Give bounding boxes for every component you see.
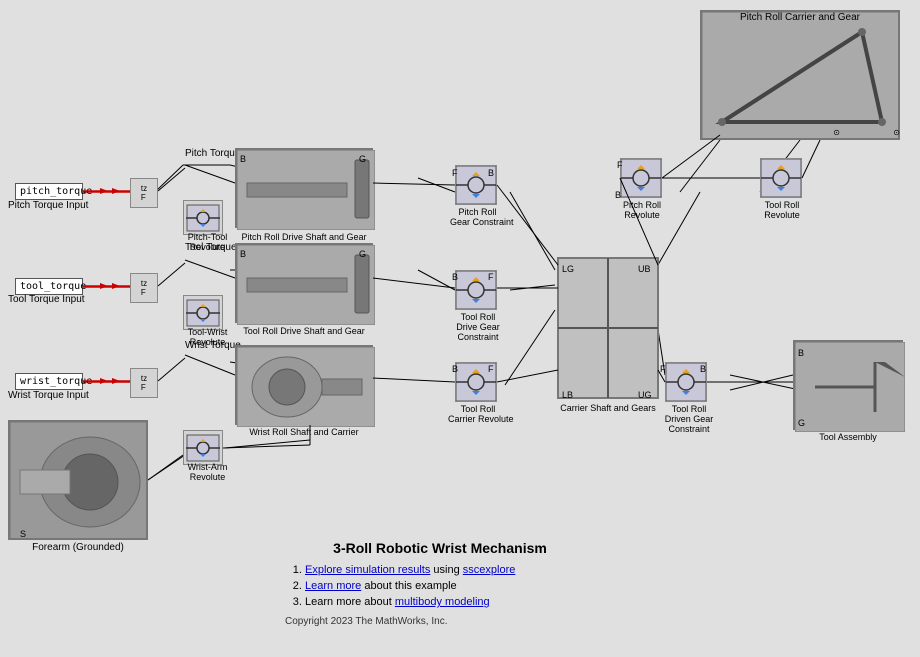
carrier-port-1: ⊙	[893, 128, 900, 137]
wrist-roll-shaft-label: Wrist Roll Shaft and Carrier	[235, 427, 373, 437]
tool-roll-drive-gear-label: Tool RollDrive GearConstraint	[448, 312, 508, 342]
tool-roll-drive-shaft-visual: B G	[237, 245, 375, 325]
carrier-port-2: ⊙	[833, 128, 840, 137]
svg-text:G: G	[359, 249, 366, 259]
tool-torque-value: tool_torque	[20, 281, 86, 292]
wrist-roll-shaft	[235, 345, 373, 425]
forearm-visual: S	[10, 422, 148, 540]
pitch-torque-label: Pitch Torque	[185, 148, 240, 159]
tool-assembly: B G	[793, 340, 903, 430]
tool-assembly-visual: B G	[795, 342, 905, 432]
pitch-gear-b-port: B	[488, 168, 494, 178]
svg-text:G: G	[798, 418, 805, 428]
pitch-roll-carrier-label: Pitch Roll Carrier and Gear	[700, 12, 900, 23]
pitch-tool-revolute-icon	[186, 204, 220, 232]
diagram-title: 3-Roll Robotic Wrist Mechanism	[285, 540, 595, 556]
tool-drive-gear-f-port: F	[488, 272, 494, 282]
tool-wrist-revolute-label: Tool-WristRevolute	[175, 327, 240, 347]
pitch-mux-block: tzF	[130, 178, 158, 208]
pitch-roll-carrier-visual	[702, 12, 900, 140]
info-item-2: Learn more about this example	[305, 580, 595, 592]
tool-assembly-label: Tool Assembly	[793, 432, 903, 442]
forearm-grounded: S	[8, 420, 148, 540]
pitch-tool-revolute-label: Pitch-ToolRevolute	[175, 232, 240, 252]
wrist-mux-block: tzF	[130, 368, 158, 398]
pitch-rev-f-port: F	[617, 160, 623, 170]
pitch-roll-gear-label: Pitch RollGear Constraint	[450, 207, 505, 227]
info-item-1: Explore simulation results using sscexpl…	[305, 564, 595, 576]
tool-torque-input-label: Tool Torque Input	[8, 294, 85, 305]
wrist-torque-value: wrist_torque	[20, 376, 92, 387]
pitch-torque-input-label: Pitch Torque Input	[8, 200, 88, 211]
tool-mux-block: tzF	[130, 273, 158, 303]
svg-text:G: G	[359, 154, 366, 164]
tool-roll-revolute-icon	[761, 159, 801, 197]
svg-text:LG: LG	[562, 264, 574, 274]
driven-gear-f-port: F	[660, 364, 666, 374]
carrier-rev-b-port: B	[452, 364, 458, 374]
learn-more-link[interactable]: Learn more	[305, 580, 361, 592]
svg-text:B: B	[240, 154, 246, 164]
pitch-rev-b-port: B	[615, 190, 621, 200]
pitch-roll-revolute	[620, 158, 662, 198]
pitch-tool-revolute	[183, 200, 223, 235]
wrist-arm-revolute	[183, 430, 223, 465]
tool-roll-drive-label: Tool Roll Drive Shaft and Gear	[235, 326, 373, 336]
pitch-roll-revolute-label: Pitch RollRevolute	[613, 200, 671, 220]
info-section: 3-Roll Robotic Wrist Mechanism Explore s…	[285, 540, 595, 627]
tool-roll-revolute-label: Tool RollRevolute	[753, 200, 811, 220]
pitch-roll-drive-label: Pitch Roll Drive Shaft and Gear	[235, 232, 373, 242]
info-item-3: Learn more about multibody modeling	[305, 596, 595, 608]
wrist-arm-revolute-icon	[186, 434, 220, 462]
carrier-rev-f-port: F	[488, 364, 494, 374]
svg-text:UB: UB	[638, 264, 651, 274]
tool-roll-drive-shaft: B G	[235, 243, 373, 323]
driven-gear-b-port: B	[700, 364, 706, 374]
tool-roll-revolute	[760, 158, 802, 198]
svg-text:UG: UG	[638, 390, 652, 400]
tool-wrist-revolute	[183, 295, 223, 330]
pitch-roll-revolute-icon	[621, 159, 661, 197]
explore-simulation-link[interactable]: Explore simulation results	[305, 564, 430, 576]
multibody-link[interactable]: multibody modeling	[395, 596, 490, 608]
wrist-roll-shaft-visual	[237, 347, 375, 427]
tool-drive-gear-b-port: B	[452, 272, 458, 282]
tool-torque-source: tool_torque	[15, 278, 83, 295]
svg-text:B: B	[240, 249, 246, 259]
wrist-arm-revolute-label: Wrist-ArmRevolute	[175, 462, 240, 482]
svg-text:LB: LB	[562, 390, 573, 400]
tool-roll-driven-gear-label: Tool RollDriven GearConstraint	[658, 404, 720, 434]
svg-text:B: B	[798, 348, 804, 358]
pitch-roll-drive-shaft-visual: B G	[237, 150, 375, 230]
wrist-torque-input-label: Wrist Torque Input	[8, 390, 89, 401]
pitch-gear-f-port: F	[452, 168, 458, 178]
copyright: Copyright 2023 The MathWorks, Inc.	[285, 616, 595, 627]
diagram-container: LG UB LB UG pitch_torque Pitch Torque In…	[0, 0, 920, 657]
pitch-roll-drive-shaft: B G	[235, 148, 373, 228]
wrist-torque-source: wrist_torque	[15, 373, 83, 390]
pitch-roll-carrier	[700, 10, 900, 140]
pitch-torque-value: pitch_torque	[20, 186, 92, 197]
tool-roll-carrier-label: Tool RollCarrier Revolute	[448, 404, 508, 424]
tool-wrist-revolute-icon	[186, 299, 220, 327]
sscexplore-link[interactable]: sscexplore	[463, 564, 516, 576]
carrier-shaft-label: Carrier Shaft and Gears	[558, 403, 658, 413]
forearm-label: Forearm (Grounded)	[8, 542, 148, 553]
svg-text:S: S	[20, 529, 26, 539]
pitch-torque-source: pitch_torque	[15, 183, 83, 200]
